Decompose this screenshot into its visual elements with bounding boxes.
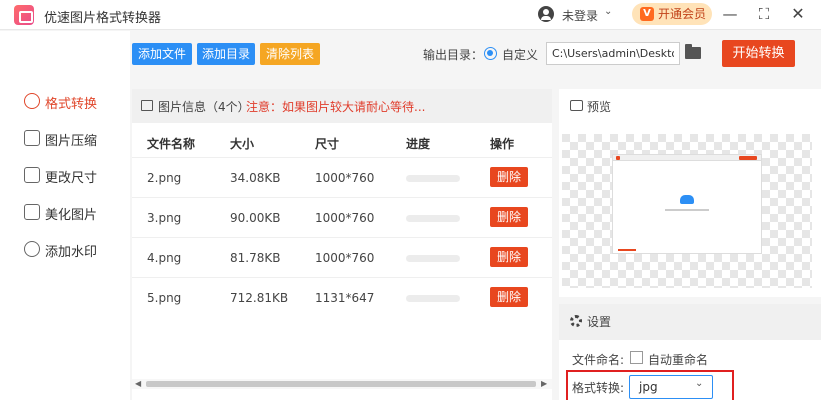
watermark-icon — [24, 241, 40, 257]
auto-rename-checkbox[interactable] — [630, 351, 643, 364]
sidebar-item-format-convert[interactable]: 格式转换 — [0, 84, 130, 118]
column-header-progress: 进度 — [406, 137, 431, 151]
auto-rename-label[interactable]: 自动重命名 — [648, 351, 708, 368]
sidebar-item-label: 图片压缩 — [45, 134, 98, 149]
settings-panel: 设置 文件命名: 自动重命名 格式转换: jpg ⌄ — [559, 304, 821, 400]
title-bar: 优速图片格式转换器 未登录 ⌄ V 开通会员 — ⛶ ✕ — [0, 0, 821, 30]
column-header-size: 大小 — [230, 137, 255, 151]
delete-button[interactable]: 删除 — [490, 287, 528, 307]
custom-dir-label[interactable]: 自定义 — [502, 46, 538, 63]
sidebar-item-beautify[interactable]: 美化图片 — [0, 195, 130, 229]
settings-body: 文件命名: 自动重命名 格式转换: jpg ⌄ — [559, 340, 821, 400]
image-icon — [141, 100, 153, 111]
chevron-down-icon[interactable]: ⌄ — [695, 378, 703, 389]
settings-label: 设置 — [587, 315, 612, 329]
main-content: 添加文件 添加目录 清除列表 输出目录： 自定义 开始转换 图片信息（4个） 注… — [130, 31, 821, 400]
column-header-action: 操作 — [490, 137, 515, 151]
preview-panel: 预览 — [559, 89, 821, 297]
app-title: 优速图片格式转换器 — [44, 11, 162, 26]
progress-bar — [406, 175, 460, 182]
sidebar-item-label: 添加水印 — [45, 245, 98, 260]
thumbnail-titlebar — [613, 155, 761, 161]
custom-dir-radio[interactable] — [484, 47, 497, 60]
progress-bar — [406, 295, 460, 302]
thumbnail-button — [739, 156, 757, 160]
file-size: 34.08KB — [230, 171, 281, 185]
sidebar-item-compress[interactable]: 图片压缩 — [0, 121, 130, 155]
vip-button[interactable]: V 开通会员 — [632, 3, 712, 25]
table-row: 5.png 712.81KB 1131*647 删除 — [132, 277, 552, 317]
resize-icon — [24, 167, 40, 183]
sidebar: 格式转换 图片压缩 更改尺寸 美化图片 添加水印 — [0, 31, 130, 400]
file-dimensions: 1131*647 — [315, 291, 375, 305]
format-convert-label: 格式转换: — [572, 381, 625, 395]
thumbnail-text-line — [665, 209, 709, 211]
clear-list-button[interactable]: 清除列表 — [260, 43, 320, 65]
file-info-bar: 图片信息（4个） 注意：如果图片较大请耐心等待... — [132, 89, 552, 123]
scroll-left-icon[interactable]: ◀ — [135, 379, 141, 389]
maximize-button[interactable]: ⛶ — [752, 3, 776, 25]
preview-icon — [570, 100, 583, 111]
output-path-input[interactable] — [546, 42, 680, 65]
preview-canvas — [562, 134, 812, 288]
delete-button[interactable]: 删除 — [490, 167, 528, 187]
sidebar-item-resize[interactable]: 更改尺寸 — [0, 158, 130, 192]
beautify-icon — [24, 204, 40, 220]
vip-icon: V — [640, 7, 654, 21]
horizontal-scrollbar[interactable]: ◀ ▶ — [132, 379, 552, 389]
scroll-right-icon[interactable]: ▶ — [541, 379, 547, 389]
start-convert-button[interactable]: 开始转换 — [722, 40, 795, 67]
add-directory-button[interactable]: 添加目录 — [197, 43, 255, 65]
progress-bar — [406, 215, 460, 222]
file-name: 5.png — [147, 291, 182, 305]
gear-icon — [570, 315, 582, 327]
file-dimensions: 1000*760 — [315, 171, 375, 185]
folder-icon[interactable] — [685, 44, 701, 59]
column-header-name: 文件名称 — [147, 137, 196, 151]
sidebar-item-label: 更改尺寸 — [45, 171, 98, 186]
table-row: 3.png 90.00KB 1000*760 删除 — [132, 197, 552, 237]
file-name: 3.png — [147, 211, 182, 225]
column-header-dimensions: 尺寸 — [315, 137, 340, 151]
minimize-button[interactable]: — — [718, 3, 742, 25]
preview-thumbnail — [612, 154, 762, 254]
cloud-icon — [680, 195, 694, 204]
file-list-panel: 图片信息（4个） 注意：如果图片较大请耐心等待... 文件名称 大小 尺寸 进度… — [132, 89, 552, 400]
file-dimensions: 1000*760 — [315, 211, 375, 225]
progress-bar — [406, 255, 460, 262]
file-count-label: 图片信息（4个） — [158, 100, 250, 114]
vip-button-label: 开通会员 — [658, 7, 707, 21]
chevron-down-icon[interactable]: ⌄ — [604, 6, 612, 17]
compress-icon — [24, 130, 40, 146]
thumbnail-logo — [616, 156, 620, 160]
sidebar-item-watermark[interactable]: 添加水印 — [0, 232, 130, 266]
large-file-warning: 注意：如果图片较大请耐心等待... — [246, 100, 426, 114]
sidebar-item-label: 格式转换 — [45, 97, 98, 112]
file-size: 712.81KB — [230, 291, 289, 305]
file-size: 90.00KB — [230, 211, 281, 225]
file-dimensions: 1000*760 — [315, 251, 375, 265]
login-status[interactable]: 未登录 — [562, 7, 598, 24]
user-avatar-icon[interactable] — [538, 6, 554, 22]
delete-button[interactable]: 删除 — [490, 247, 528, 267]
app-logo-icon — [14, 5, 34, 25]
close-button[interactable]: ✕ — [786, 3, 810, 25]
delete-button[interactable]: 删除 — [490, 207, 528, 227]
table-row: 2.png 34.08KB 1000*760 删除 — [132, 157, 552, 197]
file-name: 4.png — [147, 251, 182, 265]
sidebar-item-label: 美化图片 — [45, 208, 98, 223]
preview-label: 预览 — [587, 100, 612, 114]
add-file-button[interactable]: 添加文件 — [132, 43, 192, 65]
thumbnail-footer — [618, 249, 636, 251]
file-naming-label: 文件命名: — [572, 353, 625, 367]
table-row: 4.png 81.78KB 1000*760 删除 — [132, 237, 552, 277]
file-name: 2.png — [147, 171, 182, 185]
file-size: 81.78KB — [230, 251, 281, 265]
format-convert-icon — [24, 93, 40, 109]
scrollbar-thumb[interactable] — [146, 381, 536, 387]
output-dir-label: 输出目录： — [423, 48, 484, 62]
